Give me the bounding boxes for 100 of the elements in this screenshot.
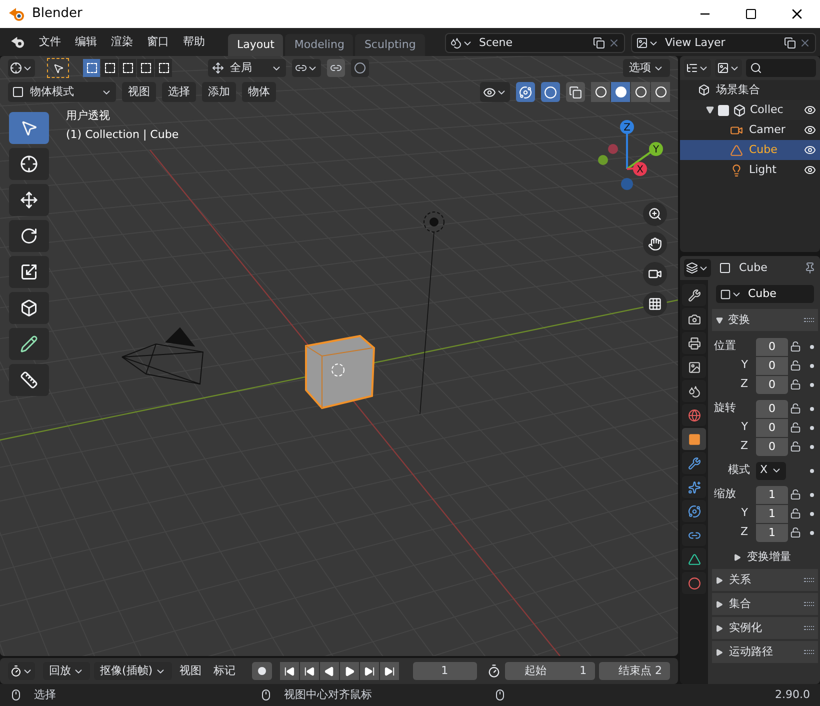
panel-header[interactable]: 实例化 bbox=[712, 617, 818, 639]
number-field[interactable]: 0 bbox=[756, 338, 788, 356]
properties-tab[interactable] bbox=[682, 548, 706, 570]
playback-button[interactable] bbox=[380, 662, 399, 680]
scene-selector[interactable]: Scene bbox=[445, 33, 625, 53]
end-frame-field[interactable]: 结束点 2 bbox=[598, 662, 670, 680]
workspace-tab[interactable]: Sculpting bbox=[355, 34, 425, 56]
mode-dropdown[interactable]: X bbox=[756, 462, 786, 480]
keying-dropdown[interactable]: 抠像(插帧) bbox=[94, 662, 172, 680]
stopwatch-icon[interactable] bbox=[486, 664, 501, 678]
copy-icon[interactable] bbox=[784, 37, 796, 49]
playback-button[interactable] bbox=[280, 662, 299, 680]
checkbox[interactable] bbox=[718, 104, 729, 116]
menu-item[interactable]: 帮助 bbox=[176, 34, 212, 50]
playback-button[interactable] bbox=[360, 662, 379, 680]
number-field[interactable]: 0 bbox=[756, 418, 788, 436]
disclosure-triangle-icon[interactable] bbox=[706, 106, 714, 114]
tool-button[interactable] bbox=[9, 256, 49, 288]
selection-mode-button[interactable] bbox=[101, 59, 118, 77]
eye-icon[interactable] bbox=[804, 104, 816, 116]
properties-tab[interactable] bbox=[682, 356, 706, 378]
eye-icon[interactable] bbox=[804, 144, 816, 156]
viewport-menu[interactable]: 选择 bbox=[162, 82, 196, 102]
shading-mode-button[interactable] bbox=[611, 82, 630, 102]
menu-item[interactable]: 文件 bbox=[32, 34, 68, 50]
xray-toggle-button[interactable] bbox=[566, 82, 585, 102]
properties-tab[interactable] bbox=[682, 284, 706, 306]
editor-type-button[interactable] bbox=[8, 662, 35, 680]
workspace-tab[interactable]: Layout bbox=[228, 34, 284, 56]
playback-button[interactable] bbox=[340, 662, 359, 680]
menu-item[interactable]: 渲染 bbox=[104, 34, 140, 50]
orientation-dropdown[interactable]: 全局 bbox=[208, 59, 286, 77]
timeline-menu[interactable]: 标记 bbox=[210, 662, 240, 680]
outliner-row[interactable]: Cube bbox=[680, 140, 820, 160]
number-field[interactable]: 0 bbox=[756, 356, 788, 374]
tool-button[interactable] bbox=[9, 328, 49, 360]
select-tool-button[interactable] bbox=[47, 58, 69, 78]
eye-icon[interactable] bbox=[804, 164, 816, 176]
tool-button[interactable] bbox=[9, 364, 49, 396]
lock-icon[interactable] bbox=[790, 360, 801, 371]
current-frame-field[interactable]: 1 bbox=[412, 662, 477, 680]
axis-gizmo-drawing[interactable]: Z Y X bbox=[590, 118, 666, 194]
lock-icon[interactable] bbox=[790, 341, 801, 352]
pin-icon[interactable] bbox=[804, 262, 816, 274]
gizmo-toggle-button[interactable] bbox=[516, 82, 535, 102]
tool-button[interactable] bbox=[9, 184, 49, 216]
timeline-menu[interactable]: 视图 bbox=[176, 662, 206, 680]
editor-type-button[interactable] bbox=[684, 259, 711, 277]
shading-mode-button[interactable] bbox=[651, 82, 670, 102]
name-field[interactable]: Cube bbox=[716, 285, 814, 303]
viewport-menu[interactable]: 添加 bbox=[202, 82, 236, 102]
outliner-item[interactable]: 场景集合 bbox=[716, 82, 760, 98]
number-field[interactable]: 0 bbox=[756, 438, 788, 456]
subpanel-header[interactable]: 变换增量 bbox=[712, 547, 818, 567]
number-field[interactable]: 1 bbox=[756, 504, 788, 522]
number-field[interactable]: 0 bbox=[756, 400, 788, 418]
view-layer-selector[interactable]: View Layer bbox=[631, 33, 816, 53]
lock-icon[interactable] bbox=[790, 403, 801, 414]
panel-header[interactable]: 集合 bbox=[712, 593, 818, 615]
tool-button[interactable] bbox=[9, 220, 49, 252]
mode-dropdown[interactable]: 物体模式 bbox=[8, 82, 116, 102]
playback-dropdown[interactable]: 回放 bbox=[43, 662, 90, 680]
properties-tab[interactable] bbox=[682, 380, 706, 402]
proportional-edit-button[interactable] bbox=[351, 59, 369, 77]
playback-button[interactable] bbox=[320, 662, 339, 680]
close-icon[interactable] bbox=[608, 37, 620, 49]
view-layer-button[interactable] bbox=[715, 59, 742, 77]
properties-tab[interactable] bbox=[682, 332, 706, 354]
copy-icon[interactable] bbox=[593, 37, 605, 49]
number-field[interactable]: 1 bbox=[756, 486, 788, 504]
overlay-toggle-button[interactable] bbox=[541, 82, 560, 102]
panel-header[interactable]: 运动路径 bbox=[712, 641, 818, 663]
eye-icon[interactable] bbox=[804, 124, 816, 136]
menu-item[interactable]: 编辑 bbox=[68, 34, 104, 50]
display-mode-button[interactable] bbox=[684, 59, 711, 77]
properties-tab[interactable] bbox=[682, 500, 706, 522]
lock-icon[interactable] bbox=[790, 441, 801, 452]
properties-tab[interactable] bbox=[682, 572, 706, 594]
options-dropdown[interactable]: 选项 bbox=[623, 59, 670, 77]
lock-icon[interactable] bbox=[790, 489, 801, 500]
number-field[interactable]: 1 bbox=[756, 524, 788, 542]
tool-button[interactable] bbox=[9, 148, 49, 180]
viewport-menu[interactable]: 视图 bbox=[122, 82, 156, 102]
drag-handle-icon[interactable] bbox=[804, 578, 814, 582]
properties-tab[interactable] bbox=[682, 524, 706, 546]
properties-tab[interactable] bbox=[682, 308, 706, 330]
playback-button[interactable] bbox=[300, 662, 319, 680]
drag-handle-icon[interactable] bbox=[804, 626, 814, 630]
properties-tab[interactable] bbox=[682, 452, 706, 474]
number-field[interactable]: 0 bbox=[756, 376, 788, 394]
close-icon[interactable] bbox=[799, 37, 811, 49]
lock-icon[interactable] bbox=[790, 508, 801, 519]
lock-icon[interactable] bbox=[790, 422, 801, 433]
properties-tab[interactable] bbox=[682, 476, 706, 498]
selection-mode-button[interactable] bbox=[155, 59, 172, 77]
shading-mode-button[interactable] bbox=[591, 82, 610, 102]
properties-tab[interactable] bbox=[682, 428, 706, 450]
panel-header[interactable]: 变换 bbox=[712, 309, 818, 331]
lock-icon[interactable] bbox=[790, 527, 801, 538]
selection-mode-button[interactable] bbox=[119, 59, 136, 77]
